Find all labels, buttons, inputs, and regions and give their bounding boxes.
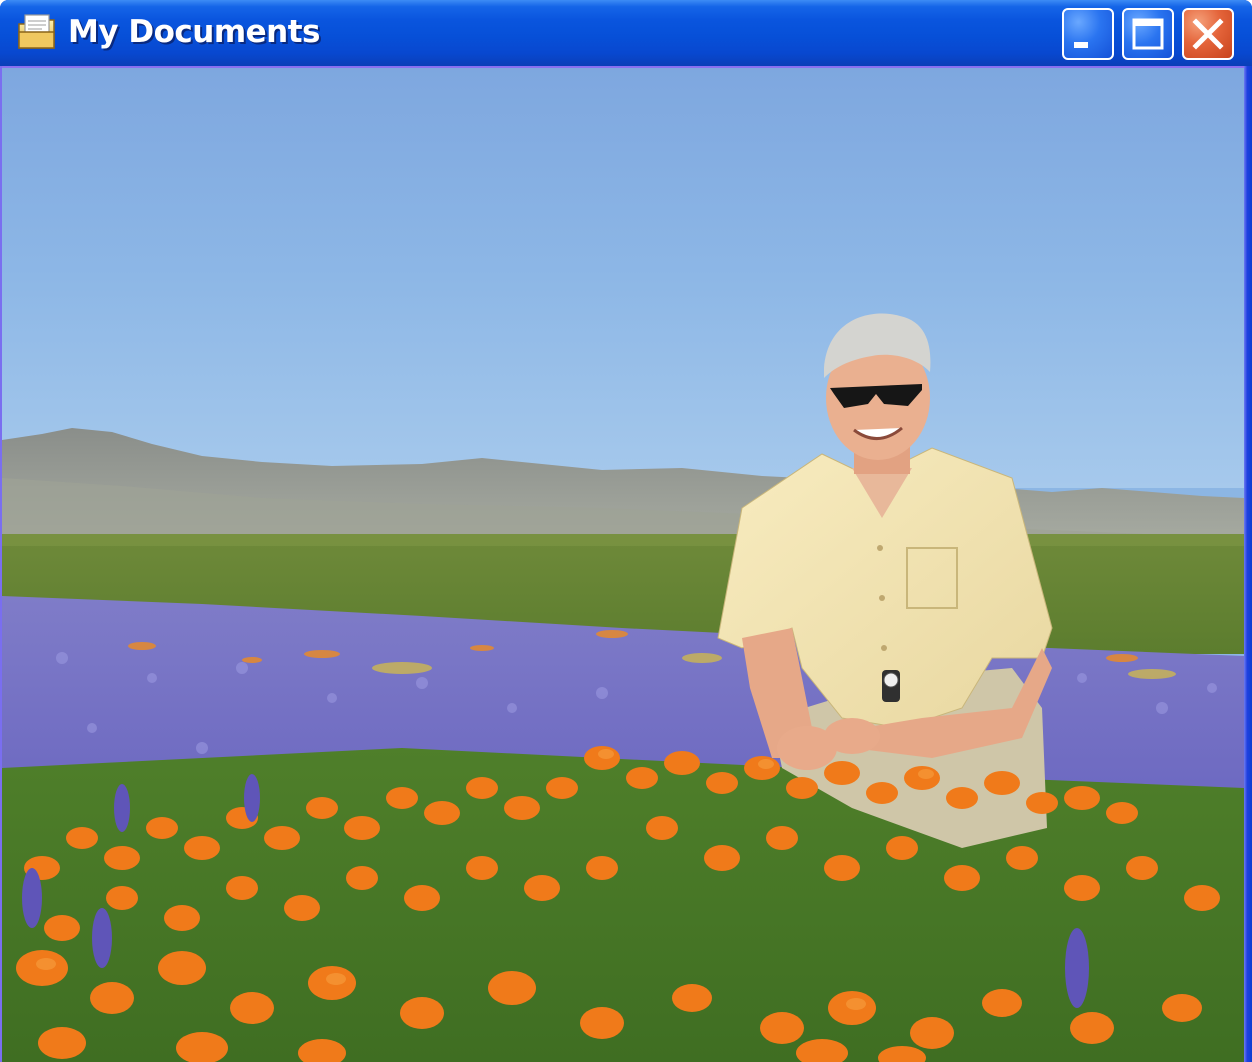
maximize-icon [1132, 18, 1164, 50]
window-title: My Documents [68, 14, 321, 50]
title-bar[interactable]: My Documents [0, 0, 1252, 66]
explorer-window: My Documents [0, 0, 1252, 1062]
close-icon [1192, 18, 1224, 50]
window-frame-right [1244, 66, 1252, 1062]
close-button[interactable] [1182, 8, 1234, 60]
maximize-button[interactable] [1122, 8, 1174, 60]
foreground-grass [2, 748, 1244, 1062]
minimize-icon [1074, 42, 1088, 48]
landscape-photo [2, 68, 1244, 1062]
photo-viewer [2, 68, 1244, 1062]
folder-icon [18, 14, 55, 49]
sky [2, 68, 1244, 488]
minimize-button[interactable] [1062, 8, 1114, 60]
